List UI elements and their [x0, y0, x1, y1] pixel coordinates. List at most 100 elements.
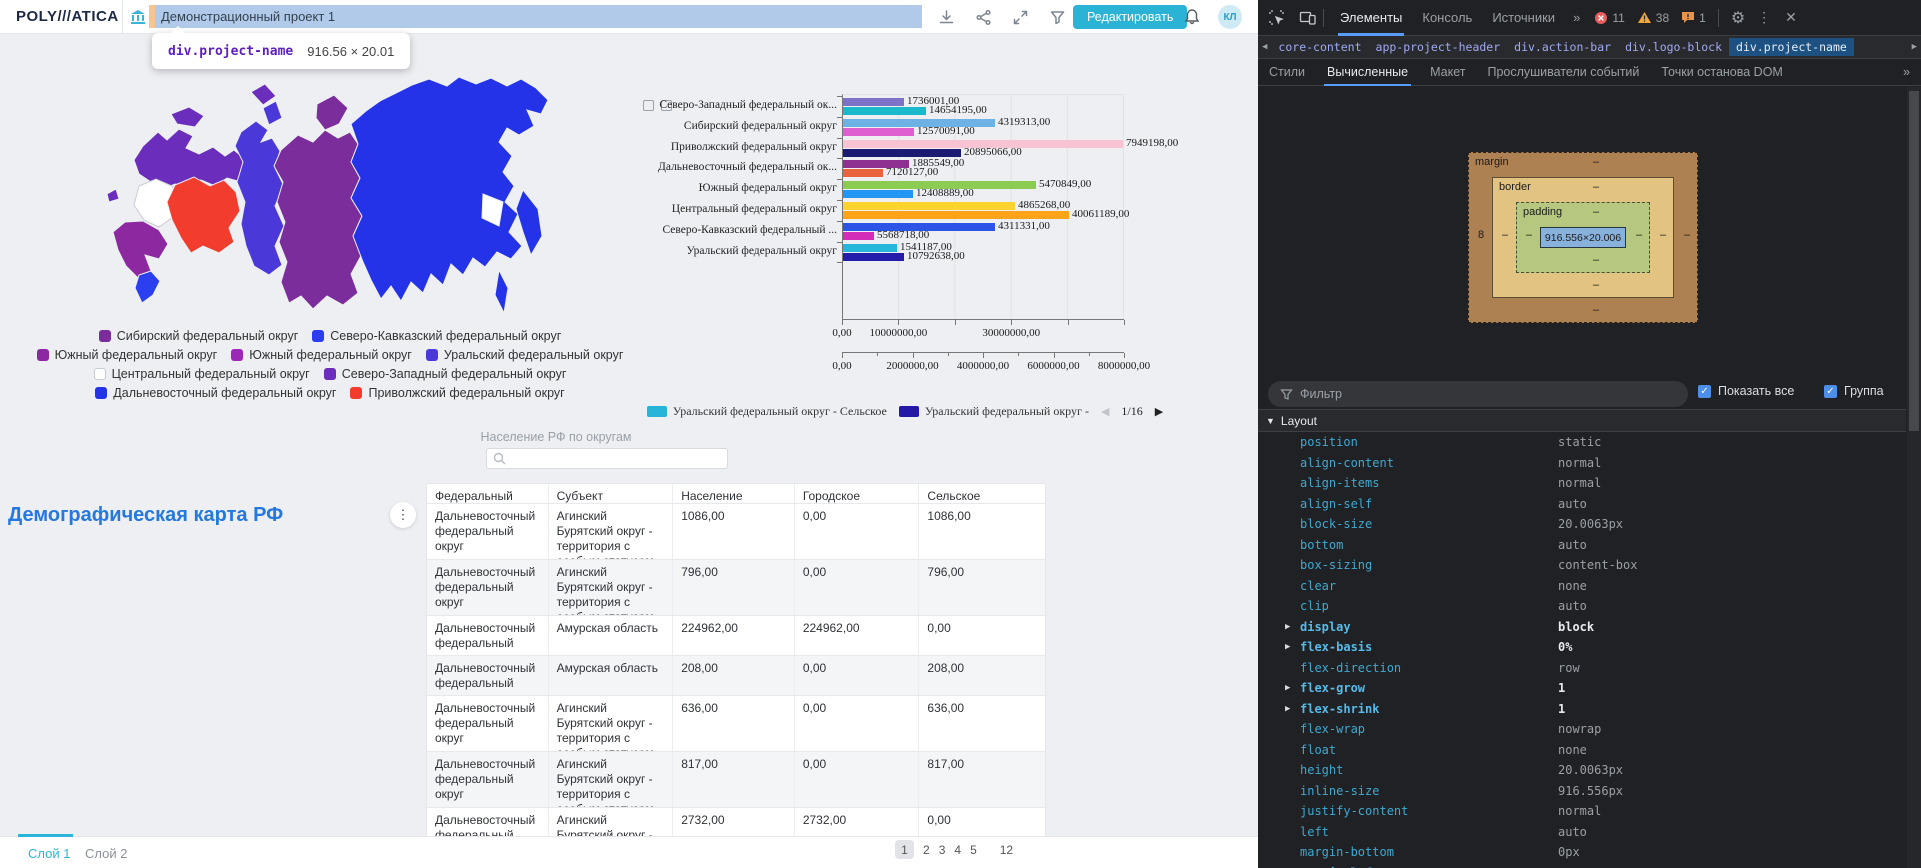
computed-property-row[interactable]: ▶displayblock	[1258, 617, 1906, 638]
data-table[interactable]: Федеральный округСубъектНаселениеГородск…	[426, 483, 1046, 836]
map-legend-item[interactable]: Южный федеральный округ	[37, 348, 218, 362]
filter-icon[interactable]	[1049, 9, 1066, 26]
chart-bar[interactable]	[843, 149, 961, 157]
computed-property-row[interactable]: positionstatic	[1258, 432, 1906, 453]
computed-property-row[interactable]: ▶flex-basis0%	[1258, 637, 1906, 658]
computed-property-row[interactable]: flex-wrapnowrap	[1258, 719, 1906, 740]
expand-triangle-icon[interactable]: ▶	[1285, 683, 1290, 693]
computed-property-row[interactable]: align-itemsnormal	[1258, 473, 1906, 494]
group-checkbox[interactable]: ✓ Группа	[1824, 384, 1884, 398]
chart-bar[interactable]	[843, 211, 1069, 219]
table-row[interactable]: Дальневосточный федеральный округАмурска…	[427, 656, 1045, 696]
map-legend-item[interactable]: Приволжский федеральный округ	[350, 386, 564, 400]
chart-legend-item[interactable]: Уральский федеральный округ - Сельское	[647, 404, 887, 419]
computed-property-row[interactable]: ▶flex-grow1	[1258, 678, 1906, 699]
panel-more-chevron[interactable]: »	[1892, 59, 1921, 86]
computed-property-row[interactable]: flex-directionrow	[1258, 658, 1906, 679]
layer-tab-1[interactable]: Слой 1	[28, 846, 70, 861]
map-legend-item[interactable]: Северо-Кавказский федеральный округ	[312, 329, 561, 343]
chart-bar[interactable]	[843, 244, 897, 252]
computed-property-row[interactable]: floatnone	[1258, 740, 1906, 761]
computed-property-row[interactable]: align-selfauto	[1258, 494, 1906, 515]
computed-property-row[interactable]: block-size20.0063px	[1258, 514, 1906, 535]
breadcrumb-item[interactable]: div.action-bar	[1507, 38, 1618, 56]
computed-property-row[interactable]: bottomauto	[1258, 535, 1906, 556]
table-row[interactable]: Дальневосточный федеральный округАгински…	[427, 696, 1045, 752]
table-header-cell[interactable]: Сельское	[919, 484, 1045, 503]
show-all-checkbox[interactable]: ✓ Показать все	[1698, 384, 1794, 398]
devtools-tab-элементы[interactable]: Элементы	[1330, 0, 1412, 36]
computed-property-row[interactable]: clipauto	[1258, 596, 1906, 617]
copy-icon[interactable]	[643, 100, 654, 111]
device-toolbar-icon[interactable]	[1299, 10, 1317, 26]
expand-triangle-icon[interactable]: ▶	[1285, 704, 1290, 714]
layer-tab-2[interactable]: Слой 2	[85, 846, 127, 861]
share-icon[interactable]	[975, 9, 992, 26]
table-header-cell[interactable]: Городское	[795, 484, 920, 503]
computed-property-row[interactable]: clearnone	[1258, 576, 1906, 597]
breadcrumb-scroll-right-icon[interactable]: ▶	[1908, 42, 1921, 52]
devtools-tab-источники[interactable]: Источники	[1482, 0, 1565, 36]
pagination-page[interactable]: 2	[923, 843, 930, 857]
panel-tab[interactable]: Вычисленные	[1316, 59, 1419, 86]
computed-property-row[interactable]: ▶flex-shrink1	[1258, 699, 1906, 720]
legend-page-next-icon[interactable]: ▶	[1155, 405, 1163, 418]
devtools-scrollbar[interactable]	[1907, 87, 1921, 868]
map-legend-item[interactable]: Уральский федеральный округ	[426, 348, 624, 362]
panel-tab[interactable]: Точки останова DOM	[1650, 59, 1793, 86]
user-avatar[interactable]: КЛ	[1218, 5, 1242, 29]
devtools-close-icon[interactable]: ✕	[1777, 9, 1805, 26]
computed-property-row[interactable]: margin-bottom0px	[1258, 842, 1906, 863]
breadcrumb-item[interactable]: div.project-name	[1729, 38, 1854, 56]
panel-tab[interactable]: Стили	[1258, 59, 1316, 86]
layout-section-header[interactable]: ▼ Layout	[1258, 409, 1906, 432]
breadcrumb-item[interactable]: div.logo-block	[1618, 38, 1729, 56]
search-input[interactable]	[486, 448, 728, 469]
computed-property-row[interactable]: justify-contentnormal	[1258, 801, 1906, 822]
computed-property-row[interactable]: box-sizingcontent-box	[1258, 555, 1906, 576]
breadcrumb-item[interactable]: app-project-header	[1369, 38, 1508, 56]
error-badge[interactable]: 11	[1594, 11, 1624, 25]
table-header-cell[interactable]: Субъект	[549, 484, 674, 503]
panel-tab[interactable]: Макет	[1419, 59, 1476, 86]
map-legend-item[interactable]: Центральный федеральный округ	[94, 367, 310, 381]
computed-property-row[interactable]: ▶margin-left8px	[1258, 863, 1906, 868]
chart-legend-item[interactable]: Уральский федеральный округ -	[899, 404, 1089, 419]
chart-bar[interactable]	[843, 253, 904, 261]
breadcrumb-item[interactable]: core-content	[1271, 38, 1368, 56]
chart-bar[interactable]	[843, 190, 913, 198]
expand-triangle-icon[interactable]: ▶	[1285, 622, 1290, 632]
breadcrumb-scroll-left-icon[interactable]: ◀	[1258, 42, 1271, 52]
russia-map[interactable]	[55, 74, 565, 326]
pagination-page[interactable]: 12	[1000, 843, 1013, 857]
computed-property-row[interactable]: inline-size916.556px	[1258, 781, 1906, 802]
map-legend-item[interactable]: Южный федеральный округ	[231, 348, 412, 362]
settings-gear-icon[interactable]: ⚙	[1725, 8, 1751, 28]
chart-bar[interactable]	[843, 169, 883, 177]
panel-tab[interactable]: Прослушиватели событий	[1476, 59, 1650, 86]
edit-button[interactable]: Редактировать	[1073, 5, 1187, 29]
notifications-bell-icon[interactable]	[1184, 8, 1200, 25]
table-row[interactable]: Дальневосточный федеральный округАгински…	[427, 504, 1045, 560]
project-name[interactable]: Демонстрационный проект 1	[155, 5, 922, 28]
more-tabs-chevron[interactable]: »	[1565, 10, 1588, 25]
chart-bar[interactable]	[843, 98, 904, 106]
table-row[interactable]: Дальневосточный федеральный округАгински…	[427, 808, 1045, 836]
inspect-element-icon[interactable]	[1268, 9, 1285, 26]
scrollbar-thumb[interactable]	[1909, 91, 1919, 431]
map-legend-item[interactable]: Дальневосточный федеральный округ	[95, 386, 336, 400]
computed-property-row[interactable]: leftauto	[1258, 822, 1906, 843]
pagination-page[interactable]: 4	[954, 843, 961, 857]
table-row[interactable]: Дальневосточный федеральный округАмурска…	[427, 616, 1045, 656]
map-legend-item[interactable]: Северо-Западный федеральный округ	[324, 367, 567, 381]
pagination-page[interactable]: 1	[895, 840, 914, 859]
computed-property-row[interactable]: align-contentnormal	[1258, 453, 1906, 474]
pagination-page[interactable]: 5	[970, 843, 977, 857]
table-header-cell[interactable]: Федеральный округ	[427, 484, 549, 503]
download-icon[interactable]	[938, 9, 955, 26]
legend-page-prev-icon[interactable]: ◀	[1101, 405, 1109, 418]
chart-bar[interactable]	[843, 107, 926, 115]
chart-bar[interactable]	[843, 202, 1015, 210]
computed-property-row[interactable]: height20.0063px	[1258, 760, 1906, 781]
expand-triangle-icon[interactable]: ▶	[1285, 642, 1290, 652]
